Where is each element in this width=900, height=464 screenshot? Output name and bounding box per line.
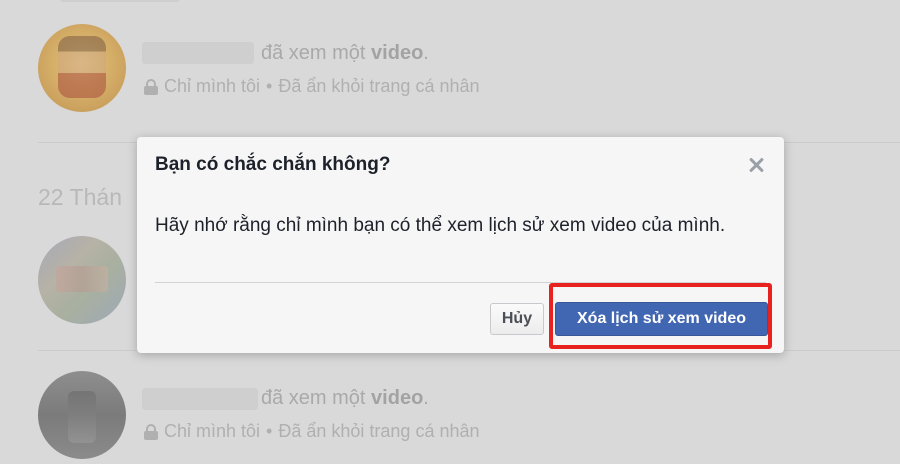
cancel-button[interactable]: Hủy bbox=[490, 303, 544, 335]
separator: • bbox=[266, 76, 273, 96]
clear-video-history-button[interactable]: Xóa lịch sử xem video bbox=[555, 302, 768, 336]
dialog-header: Bạn có chắc chắn không? bbox=[137, 137, 784, 195]
avatar[interactable] bbox=[38, 371, 126, 459]
dialog-message: Hãy nhớ rằng chỉ mình bạn có thể xem lịc… bbox=[155, 215, 726, 236]
video-link[interactable]: video bbox=[371, 42, 423, 64]
activity-text: đã xem một video. bbox=[261, 42, 429, 64]
separator: • bbox=[266, 421, 273, 441]
avatar[interactable] bbox=[38, 236, 126, 324]
dialog-title: Bạn có chắc chắn không? bbox=[155, 154, 391, 175]
activity-meta: Chỉ mình tôi • Đã ẩn khỏi trang cá nhân bbox=[144, 421, 480, 442]
redacted-name bbox=[142, 42, 254, 64]
visibility-label: Đã ẩn khỏi trang cá nhân bbox=[278, 421, 480, 441]
activity-text: đã xem một video. bbox=[261, 387, 429, 409]
previous-item-fragment bbox=[60, 0, 180, 2]
lock-icon bbox=[144, 78, 158, 95]
visibility-label: Đã ẩn khỏi trang cá nhân bbox=[278, 76, 480, 96]
avatar[interactable] bbox=[38, 24, 126, 112]
close-icon[interactable] bbox=[746, 155, 766, 175]
dialog-divider bbox=[155, 282, 766, 283]
lock-icon bbox=[144, 423, 158, 440]
video-link[interactable]: video bbox=[371, 387, 423, 409]
confirm-dialog: Bạn có chắc chắn không? Hãy nhớ rằng chỉ… bbox=[137, 137, 784, 353]
redacted-name bbox=[142, 388, 258, 410]
activity-meta: Chỉ mình tôi • Đã ẩn khỏi trang cá nhân bbox=[144, 76, 480, 97]
privacy-label[interactable]: Chỉ mình tôi bbox=[164, 421, 260, 442]
privacy-label[interactable]: Chỉ mình tôi bbox=[164, 76, 260, 97]
date-heading: 22 Thán bbox=[38, 184, 122, 210]
